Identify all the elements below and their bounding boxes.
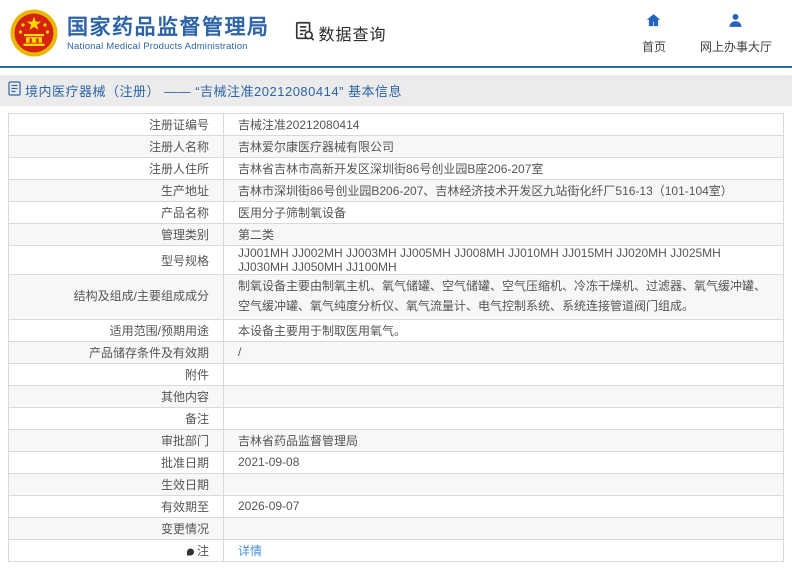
row-value: 2026-09-07 [224, 495, 784, 517]
row-label: 产品名称 [9, 202, 224, 224]
table-row: 审批部门吉林省药品监督管理局 [9, 429, 784, 451]
breadcrumb: 境内医疗器械（注册） —— “吉械注准20212080414” 基本信息 [25, 81, 402, 100]
info-table-wrap: 注册证编号吉械注准20212080414注册人名称吉林爱尔康医疗器械有限公司注册… [0, 106, 792, 562]
site-header: 国家药品监督管理局 National Medical Products Admi… [0, 0, 792, 68]
document-search-icon [294, 20, 316, 47]
nav-online-hall-label: 网上办事大厅 [700, 38, 772, 55]
row-label: 结构及组成/主要组成成分 [9, 275, 224, 320]
table-row: 生效日期 [9, 473, 784, 495]
info-table-body: 注册证编号吉械注准20212080414注册人名称吉林爱尔康医疗器械有限公司注册… [9, 114, 784, 562]
row-label: 其他内容 [9, 385, 224, 407]
row-label: 备注 [9, 407, 224, 429]
home-icon [645, 12, 662, 34]
table-row: 附件 [9, 363, 784, 385]
table-row: 注册人名称吉林爱尔康医疗器械有限公司 [9, 136, 784, 158]
table-row: 管理类别第二类 [9, 224, 784, 246]
nav-online-hall[interactable]: 网上办事大厅 [700, 12, 772, 55]
row-label: 注册证编号 [9, 114, 224, 136]
table-row: 适用范围/预期用途本设备主要用于制取医用氧气。 [9, 319, 784, 341]
table-row: 结构及组成/主要组成成分制氧设备主要由制氧主机、氧气储罐、空气储罐、空气压缩机、… [9, 275, 784, 320]
table-row: 生产地址吉林市深圳街86号创业园B206-207、吉林经济技术开发区九站街化纤厂… [9, 180, 784, 202]
header-gap [0, 68, 792, 75]
row-label: 批准日期 [9, 451, 224, 473]
table-row: 产品储存条件及有效期/ [9, 341, 784, 363]
china-national-emblem-icon [10, 9, 58, 57]
row-label: 注册人名称 [9, 136, 224, 158]
row-label: 适用范围/预期用途 [9, 319, 224, 341]
table-row: 备注 [9, 407, 784, 429]
row-label: 注 [9, 539, 224, 561]
row-value: JJ001MH JJ002MH JJ003MH JJ005MH JJ008MH … [224, 246, 784, 275]
row-value: 本设备主要用于制取医用氧气。 [224, 319, 784, 341]
person-icon [727, 12, 744, 34]
nav-home-label: 首页 [642, 38, 666, 55]
row-label: 注册人住所 [9, 158, 224, 180]
row-value: 2021-09-08 [224, 451, 784, 473]
table-row: 其他内容 [9, 385, 784, 407]
row-label: 生产地址 [9, 180, 224, 202]
row-label: 型号规格 [9, 246, 224, 275]
row-value: 吉林市深圳街86号创业园B206-207、吉林经济技术开发区九站街化纤厂516-… [224, 180, 784, 202]
detail-link[interactable]: 详情 [238, 544, 262, 558]
row-value [224, 517, 784, 539]
document-icon [8, 81, 21, 101]
note-bullet-icon [187, 548, 194, 555]
info-table: 注册证编号吉械注准20212080414注册人名称吉林爱尔康医疗器械有限公司注册… [8, 113, 784, 562]
row-value [224, 363, 784, 385]
row-value [224, 407, 784, 429]
row-label: 有效期至 [9, 495, 224, 517]
nav-home[interactable]: 首页 [642, 12, 666, 55]
table-row: 产品名称医用分子筛制氧设备 [9, 202, 784, 224]
table-row: 批准日期2021-09-08 [9, 451, 784, 473]
site-subtitle: National Medical Products Administration [67, 41, 270, 52]
row-value: 吉林爱尔康医疗器械有限公司 [224, 136, 784, 158]
row-label: 生效日期 [9, 473, 224, 495]
row-value: 详情 [224, 539, 784, 561]
table-row: 注详情 [9, 539, 784, 561]
table-row: 变更情况 [9, 517, 784, 539]
row-value: 制氧设备主要由制氧主机、氧气储罐、空气储罐、空气压缩机、冷冻干燥机、过滤器、氧气… [224, 275, 784, 320]
row-label: 附件 [9, 363, 224, 385]
row-value: 吉林省吉林市高新开发区深圳街86号创业园B座206-207室 [224, 158, 784, 180]
table-row: 注册人住所吉林省吉林市高新开发区深圳街86号创业园B座206-207室 [9, 158, 784, 180]
row-value: 医用分子筛制氧设备 [224, 202, 784, 224]
site-title: 国家药品监督管理局 [67, 15, 270, 41]
row-label: 变更情况 [9, 517, 224, 539]
row-value [224, 473, 784, 495]
row-value: 吉林省药品监督管理局 [224, 429, 784, 451]
row-label: 产品储存条件及有效期 [9, 341, 224, 363]
row-label: 管理类别 [9, 224, 224, 246]
row-value: 第二类 [224, 224, 784, 246]
data-query-button[interactable]: 数据查询 [294, 20, 387, 47]
table-row: 型号规格JJ001MH JJ002MH JJ003MH JJ005MH JJ00… [9, 246, 784, 275]
data-query-label: 数据查询 [319, 21, 387, 45]
breadcrumb-bar: 境内医疗器械（注册） —— “吉械注准20212080414” 基本信息 [0, 75, 792, 106]
row-label: 审批部门 [9, 429, 224, 451]
row-value: 吉械注准20212080414 [224, 114, 784, 136]
logo-text: 国家药品监督管理局 National Medical Products Admi… [67, 15, 270, 52]
row-value: / [224, 341, 784, 363]
header-nav: 首页 网上办事大厅 [642, 12, 778, 55]
table-row: 有效期至2026-09-07 [9, 495, 784, 517]
table-row: 注册证编号吉械注准20212080414 [9, 114, 784, 136]
row-value [224, 385, 784, 407]
